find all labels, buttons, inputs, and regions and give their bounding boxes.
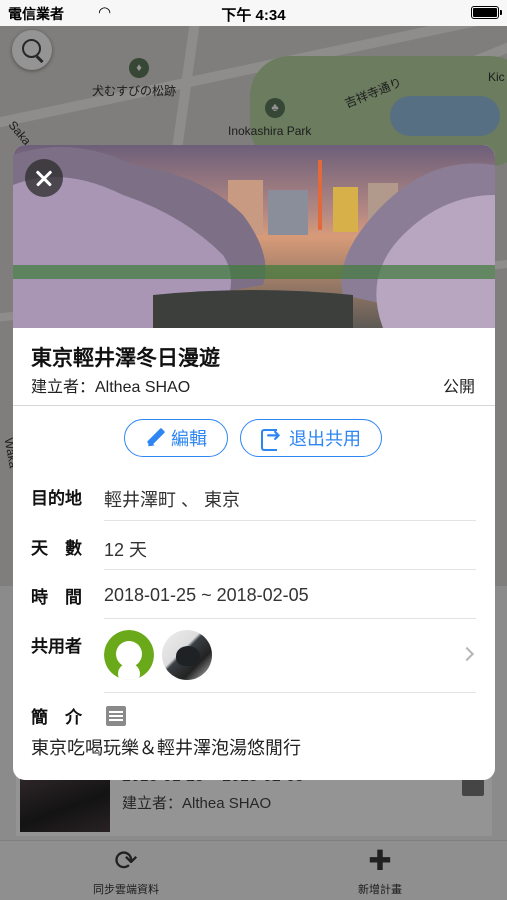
intro-text: 東京吃喝玩樂＆輕井澤泡湯悠閒行	[31, 738, 301, 758]
pencil-icon	[145, 428, 165, 448]
time-value: 2018-01-25 ~ 2018-02-05	[104, 585, 309, 605]
visibility-status: 公開	[442, 379, 475, 396]
exit-icon	[261, 425, 283, 451]
destination-key: 目的地	[31, 489, 82, 508]
close-icon[interactable]	[25, 159, 63, 197]
leave-sharing-label: 退出共用	[289, 429, 361, 449]
trip-detail-modal: 東京輕井澤冬日漫遊 建立者：Althea SHAO 公開 編輯 退出共用 目的地…	[13, 145, 495, 780]
destination-value: 輕井澤町 、 東京	[104, 490, 241, 510]
trip-title: 東京輕井澤冬日漫遊	[31, 347, 220, 370]
avatar	[162, 630, 212, 680]
days-key: 天 數	[31, 539, 82, 558]
edit-button[interactable]: 編輯	[124, 419, 228, 457]
trip-creator: 建立者：Althea SHAO	[31, 379, 191, 396]
avatar	[104, 630, 154, 680]
divider	[13, 405, 495, 406]
sharers-key: 共用者	[31, 637, 82, 656]
row-divider	[104, 618, 476, 619]
intro-key: 簡 介	[31, 708, 82, 727]
cover-image	[13, 145, 495, 328]
note-icon	[106, 706, 126, 726]
edit-label: 編輯	[171, 429, 207, 449]
row-divider	[104, 569, 476, 570]
status-bar: 電信業者 ◠ 下午 4:34	[0, 0, 507, 26]
sharers-row[interactable]: 共用者	[31, 630, 476, 702]
row-divider	[104, 520, 476, 521]
status-time: 下午 4:34	[221, 7, 286, 24]
time-key: 時 間	[31, 588, 82, 607]
cover-illustration	[13, 147, 495, 328]
leave-sharing-button[interactable]: 退出共用	[240, 419, 382, 457]
days-value: 12 天	[104, 540, 148, 560]
chevron-right-icon	[459, 646, 475, 662]
row-divider	[104, 692, 476, 693]
battery-icon	[471, 6, 502, 19]
